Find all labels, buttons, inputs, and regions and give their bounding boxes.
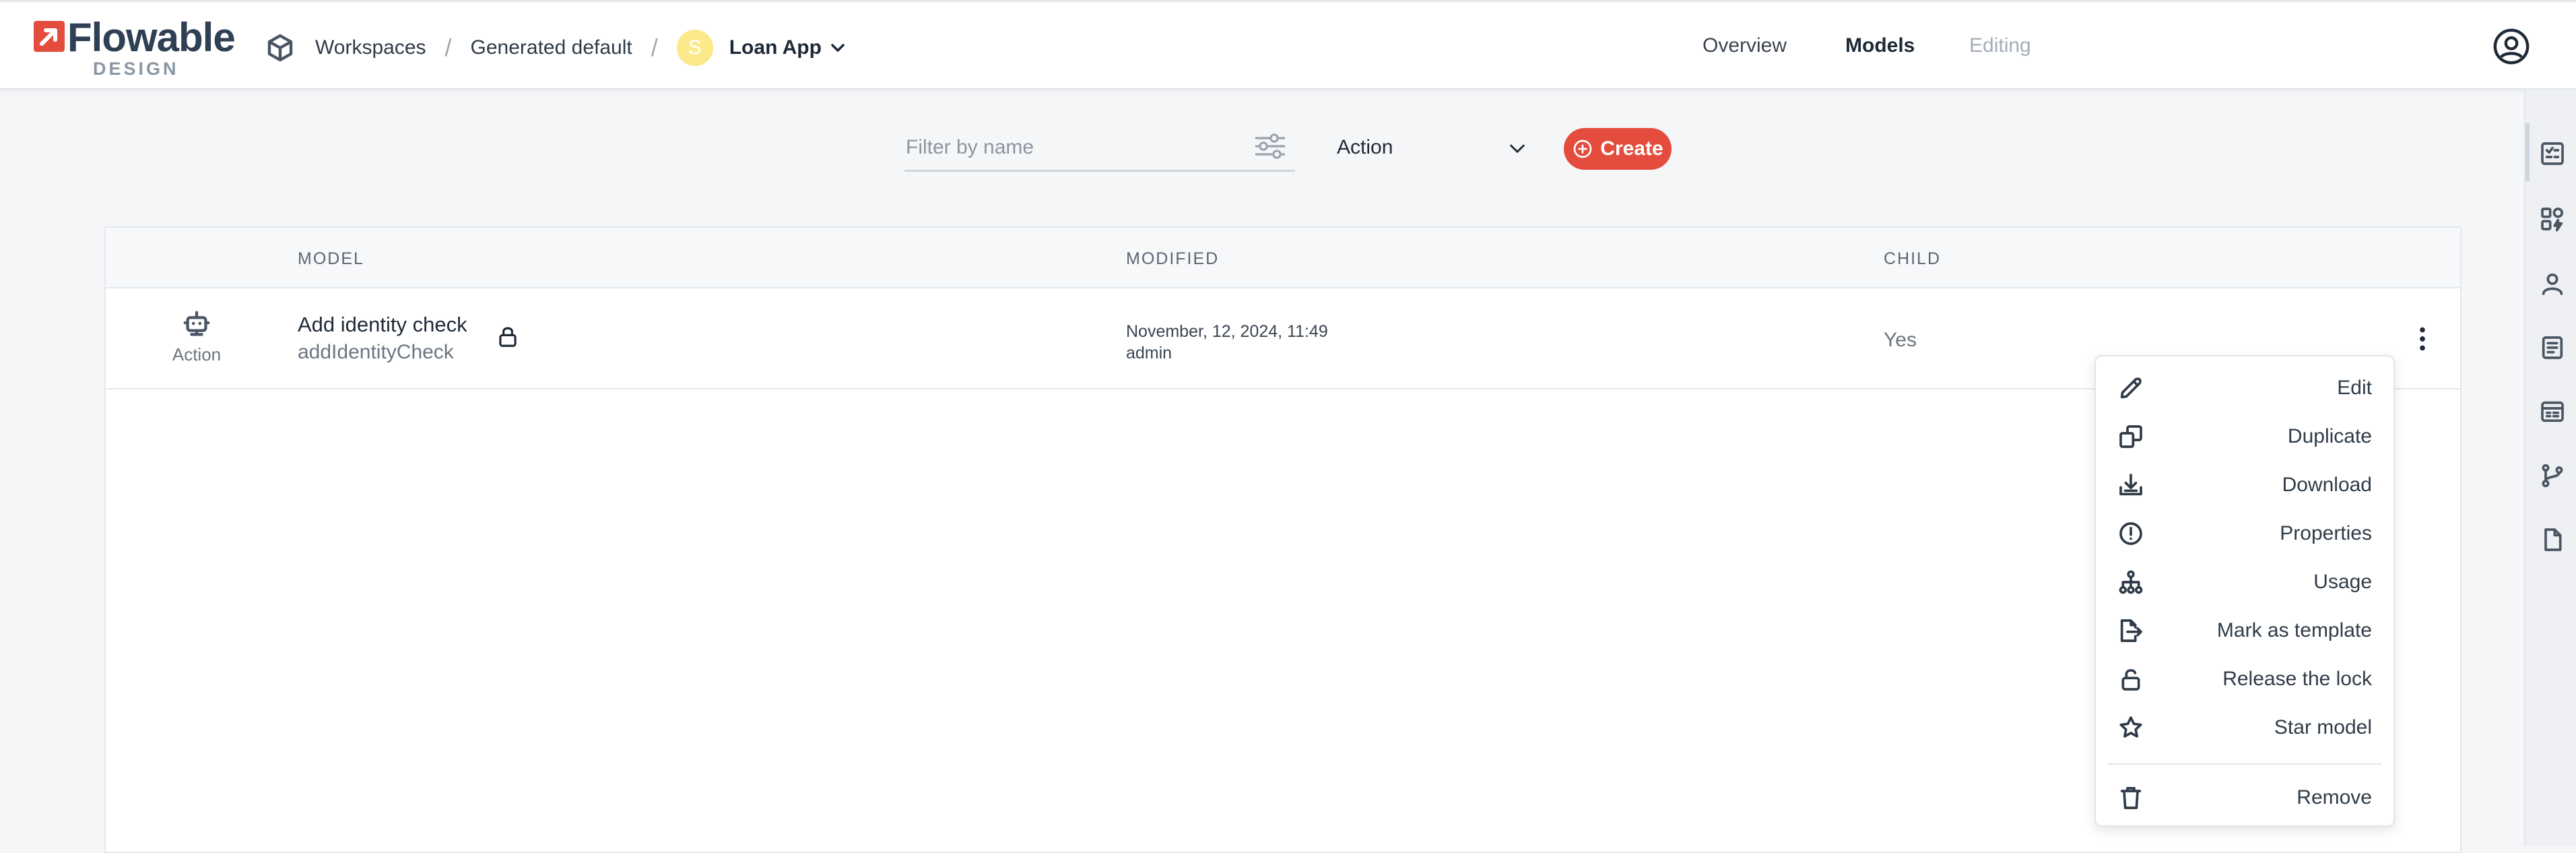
logo-wordmark: Flowable: [67, 15, 236, 60]
components-icon[interactable]: [2539, 206, 2566, 232]
file-export-icon: [2120, 619, 2142, 642]
menu-item-label: Mark as template: [2216, 619, 2372, 641]
menu-item-label: Properties: [2280, 522, 2372, 544]
app-avatar: S: [676, 30, 713, 66]
top-bar: Flowable DESIGN Workspaces / Generated d…: [0, 0, 2576, 90]
menu-item-label: Edit: [2337, 377, 2372, 399]
chevron-down-icon: [1510, 144, 1525, 153]
create-button-label: Create: [1600, 137, 1663, 160]
info-circle-icon: [2119, 522, 2142, 545]
modified-date: November, 12, 2024, 11:49: [1126, 322, 1328, 341]
menu-item-label: Release the lock: [2222, 668, 2372, 690]
child-value: Yes: [1884, 329, 1917, 351]
model-type-select[interactable]: Action: [1337, 128, 1532, 168]
modified-by: admin: [1126, 344, 1173, 362]
filter-by-name-input[interactable]: [904, 125, 1295, 172]
menu-item-label: Download: [2282, 474, 2372, 496]
menu-item-duplicate[interactable]: Duplicate: [2096, 412, 2393, 460]
column-header-model[interactable]: MODEL: [298, 249, 364, 269]
menu-item-label: Star model: [2274, 716, 2372, 738]
create-button[interactable]: Create: [1564, 128, 1672, 170]
pencil-icon: [2120, 377, 2142, 399]
model-name[interactable]: Add identity check: [298, 313, 467, 337]
model-type-label: Action: [172, 344, 222, 365]
chevron-down-icon[interactable]: [827, 37, 849, 59]
workspace-cube-icon: [267, 34, 293, 62]
menu-item-download[interactable]: Download: [2096, 460, 2393, 509]
flowable-logo[interactable]: Flowable DESIGN: [32, 15, 236, 79]
model-context-menu: Edit Duplicate Download Properties Usage: [2094, 355, 2395, 827]
branch-icon[interactable]: [2539, 462, 2566, 489]
menu-divider: [2108, 763, 2381, 765]
menu-item-remove[interactable]: Remove: [2096, 773, 2393, 821]
logo-subtitle: DESIGN: [93, 59, 179, 79]
column-header-child[interactable]: CHILD: [1884, 249, 1941, 269]
menu-item-label: Duplicate: [2287, 425, 2372, 447]
filter-settings-icon[interactable]: [1253, 130, 1288, 162]
nav-editing[interactable]: Editing: [1969, 34, 2031, 57]
menu-item-label: Remove: [2297, 786, 2372, 809]
menu-item-mark-as-template[interactable]: Mark as template: [2096, 606, 2393, 654]
download-icon: [2119, 474, 2142, 496]
breadcrumb-app[interactable]: Loan App: [729, 36, 822, 59]
lock-icon: [499, 327, 517, 347]
breadcrumb-workspace[interactable]: Generated default: [471, 36, 632, 59]
model-type-cell: Action: [146, 309, 247, 365]
menu-item-usage[interactable]: Usage: [2096, 557, 2393, 606]
menu-item-edit[interactable]: Edit: [2096, 363, 2393, 412]
flowable-logo-icon: [34, 21, 65, 52]
breadcrumb: Workspaces / Generated default / S Loan …: [264, 29, 849, 67]
column-header-modified[interactable]: MODIFIED: [1126, 249, 1219, 269]
nav-models[interactable]: Models: [1845, 34, 1915, 57]
breadcrumb-separator: /: [651, 34, 658, 61]
rail-active-indicator: [2525, 123, 2530, 181]
nav-overview[interactable]: Overview: [1703, 34, 1787, 57]
menu-item-properties[interactable]: Properties: [2096, 509, 2393, 557]
document-list-icon[interactable]: [2539, 334, 2566, 361]
menu-item-label: Usage: [2313, 571, 2372, 593]
menu-item-release-lock[interactable]: Release the lock: [2096, 654, 2393, 703]
user-icon[interactable]: [2539, 270, 2566, 297]
star-icon: [2119, 716, 2142, 738]
breadcrumb-workspaces[interactable]: Workspaces: [315, 36, 426, 59]
model-key: addIdentityCheck: [298, 341, 454, 363]
plus-circle-icon: [1573, 139, 1592, 158]
hierarchy-icon: [2119, 570, 2143, 594]
robot-action-icon: [183, 311, 210, 336]
models-list-icon[interactable]: [2539, 140, 2566, 167]
unlock-icon: [2121, 669, 2140, 691]
duplicate-icon: [2119, 425, 2142, 448]
file-icon[interactable]: [2539, 526, 2566, 553]
user-account-icon[interactable]: [2492, 27, 2531, 66]
form-icon[interactable]: [2539, 398, 2566, 425]
right-rail: [2524, 90, 2576, 846]
menu-item-star-model[interactable]: Star model: [2096, 703, 2393, 751]
model-type-value: Action: [1337, 136, 1393, 158]
table-header: MODEL MODIFIED CHILD: [106, 228, 2460, 288]
more-options-icon[interactable]: [2409, 323, 2436, 354]
trash-icon: [2120, 787, 2142, 809]
breadcrumb-separator: /: [444, 34, 452, 61]
